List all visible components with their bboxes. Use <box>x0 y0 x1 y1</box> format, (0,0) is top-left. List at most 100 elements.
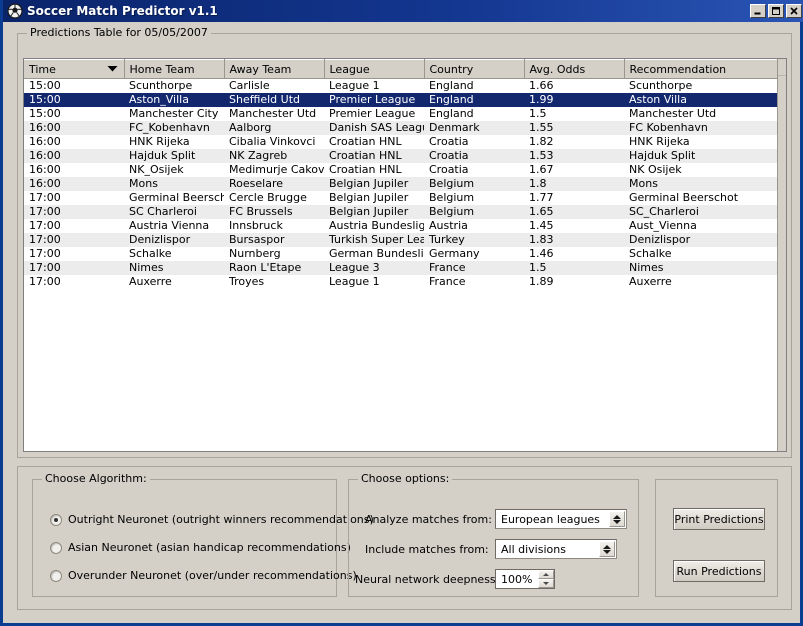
table-row[interactable]: 16:00HNK RijekaCibalia VinkovciCroatian … <box>24 135 778 149</box>
table-cell: Danish SAS League <box>324 121 424 135</box>
table-header-time[interactable]: Time <box>24 60 124 79</box>
radio-outright-neuronet[interactable]: Outright Neuronet (outright winners reco… <box>50 513 374 526</box>
neural-deepness-label: Neural network deepness: <box>355 573 487 586</box>
table-row[interactable]: 17:00DenizlisporBursasporTurkish Super L… <box>24 233 778 247</box>
table-cell: 1.66 <box>524 79 624 94</box>
table-cell: 15:00 <box>24 79 124 94</box>
table-body: 15:00ScunthorpeCarlisleLeague 1England1.… <box>24 79 778 290</box>
stepper-up-button[interactable] <box>538 570 554 579</box>
radio-asian-indicator[interactable] <box>50 542 62 554</box>
table-cell: 16:00 <box>24 149 124 163</box>
table-cell: France <box>424 261 524 275</box>
analyze-matches-value: European leagues <box>501 513 609 526</box>
table-header-country[interactable]: Country <box>424 60 524 79</box>
close-button[interactable] <box>786 4 802 18</box>
table-cell: HNK Rijeka <box>124 135 224 149</box>
table-cell: Raon L'Etape <box>224 261 324 275</box>
table-row[interactable]: 16:00Hajduk SplitNK ZagrebCroatian HNLCr… <box>24 149 778 163</box>
analyze-matches-select[interactable]: European leagues <box>495 509 627 529</box>
table-cell: 16:00 <box>24 177 124 191</box>
table-cell: Schalke <box>624 247 778 261</box>
table-cell: Nurnberg <box>224 247 324 261</box>
table-row[interactable]: 17:00SC CharleroiFC BrusselsBelgian Jupi… <box>24 205 778 219</box>
table-cell: Croatia <box>424 163 524 177</box>
chevron-updown-icon[interactable] <box>609 511 625 527</box>
table-cell: Croatian HNL <box>324 163 424 177</box>
radio-asian-neuronet[interactable]: Asian Neuronet (asian handicap recommend… <box>50 541 351 554</box>
table-cell: Belgian Jupiler <box>324 191 424 205</box>
table-cell: NK Osijek <box>624 163 778 177</box>
table-cell: 17:00 <box>24 247 124 261</box>
table-row[interactable]: 15:00Aston_VillaSheffield UtdPremier Lea… <box>24 93 778 107</box>
run-predictions-button[interactable]: Run Predictions <box>673 560 765 582</box>
table-cell: Manchester Utd <box>224 107 324 121</box>
table-row[interactable]: 17:00Austria ViennaInnsbruckAustria Bund… <box>24 219 778 233</box>
table-cell: Auxerre <box>624 275 778 289</box>
print-predictions-button[interactable]: Print Predictions <box>673 508 765 530</box>
radio-overunder-neuronet[interactable]: Overunder Neuronet (over/under recommend… <box>50 569 357 582</box>
table-cell: Germinal Beerschot <box>624 191 778 205</box>
table-header-label: Country <box>430 63 474 76</box>
table-cell: 15:00 <box>24 107 124 121</box>
table-cell: Belgium <box>424 177 524 191</box>
table-header-league[interactable]: League <box>324 60 424 79</box>
table-cell: 16:00 <box>24 121 124 135</box>
table-row[interactable]: 16:00MonsRoeselareBelgian JupilerBelgium… <box>24 177 778 191</box>
table-cell: Scunthorpe <box>624 79 778 94</box>
neural-deepness-value[interactable]: 100% <box>496 570 538 588</box>
table-cell: 15:00 <box>24 93 124 107</box>
predictions-table-container[interactable]: Time Home TeamAway Team League Country Avg. … <box>23 58 787 452</box>
table-cell: 1.65 <box>524 205 624 219</box>
table-cell: Belgium <box>424 205 524 219</box>
stepper-buttons[interactable] <box>538 570 554 588</box>
table-row[interactable]: 15:00Manchester CityManchester UtdPremie… <box>24 107 778 121</box>
table-cell: Sheffield Utd <box>224 93 324 107</box>
radio-outright-indicator[interactable] <box>50 514 62 526</box>
table-cell: Mons <box>624 177 778 191</box>
include-matches-label: Include matches from: <box>365 543 487 556</box>
table-cell: Carlisle <box>224 79 324 94</box>
table-header-label: League <box>330 63 370 76</box>
minimize-button[interactable] <box>750 4 766 18</box>
stepper-down-button[interactable] <box>538 579 554 588</box>
table-cell: Hajduk Split <box>624 149 778 163</box>
chevron-down-icon[interactable] <box>107 66 118 73</box>
include-matches-select[interactable]: All divisions <box>495 539 617 559</box>
radio-outright-label: Outright Neuronet (outright winners reco… <box>68 513 374 526</box>
table-cell: Denizlispor <box>124 233 224 247</box>
table-row[interactable]: 16:00FC_KobenhavnAalborgDanish SAS Leagu… <box>24 121 778 135</box>
table-cell: Denizlispor <box>624 233 778 247</box>
table-cell: Aalborg <box>224 121 324 135</box>
table-cell: Germinal Beerschot <box>124 191 224 205</box>
radio-overunder-indicator[interactable] <box>50 570 62 582</box>
table-header-home-team[interactable]: Home Team <box>124 60 224 79</box>
maximize-button[interactable] <box>768 4 784 18</box>
controls-panel: Choose Algorithm: Outright Neuronet (out… <box>17 466 792 610</box>
table-cell: League 1 <box>324 79 424 94</box>
table-cell: Roeselare <box>224 177 324 191</box>
table-row[interactable]: 16:00NK_OsijekMedimurje CakovecCroatian … <box>24 163 778 177</box>
table-cell: 17:00 <box>24 261 124 275</box>
table-header-avg-odds[interactable]: Avg. Odds <box>524 60 624 79</box>
table-header-label: Recommendation <box>630 63 727 76</box>
table-cell: Cibalia Vinkovci <box>224 135 324 149</box>
table-row[interactable]: 17:00NimesRaon L'EtapeLeague 3France1.5N… <box>24 261 778 275</box>
radio-asian-label: Asian Neuronet (asian handicap recommend… <box>68 541 351 554</box>
table-cell: Germany <box>424 247 524 261</box>
table-header-label: Time <box>29 63 56 76</box>
table-cell: Premier League <box>324 93 424 107</box>
table-cell: Troyes <box>224 275 324 289</box>
table-header-away-team[interactable]: Away Team <box>224 60 324 79</box>
table-row[interactable]: 17:00AuxerreTroyesLeague 1France1.89Auxe… <box>24 275 778 289</box>
table-vertical-scrollbar[interactable] <box>777 59 786 451</box>
table-row[interactable]: 17:00SchalkeNurnbergGerman BundesligaGer… <box>24 247 778 261</box>
neural-deepness-stepper[interactable]: 100% <box>495 569 555 589</box>
predictions-group: Predictions Table for 05/05/2007 TimeHom… <box>17 33 792 458</box>
chevron-updown-icon[interactable] <box>599 541 615 557</box>
table-cell: Manchester City <box>124 107 224 121</box>
table-cell: Austria Vienna <box>124 219 224 233</box>
table-header-recommendation[interactable]: Recommendation <box>624 60 778 79</box>
table-row[interactable]: 15:00ScunthorpeCarlisleLeague 1England1.… <box>24 79 778 94</box>
scrollbar-track[interactable] <box>778 59 786 76</box>
table-row[interactable]: 17:00Germinal BeerschotCercle BruggeBelg… <box>24 191 778 205</box>
